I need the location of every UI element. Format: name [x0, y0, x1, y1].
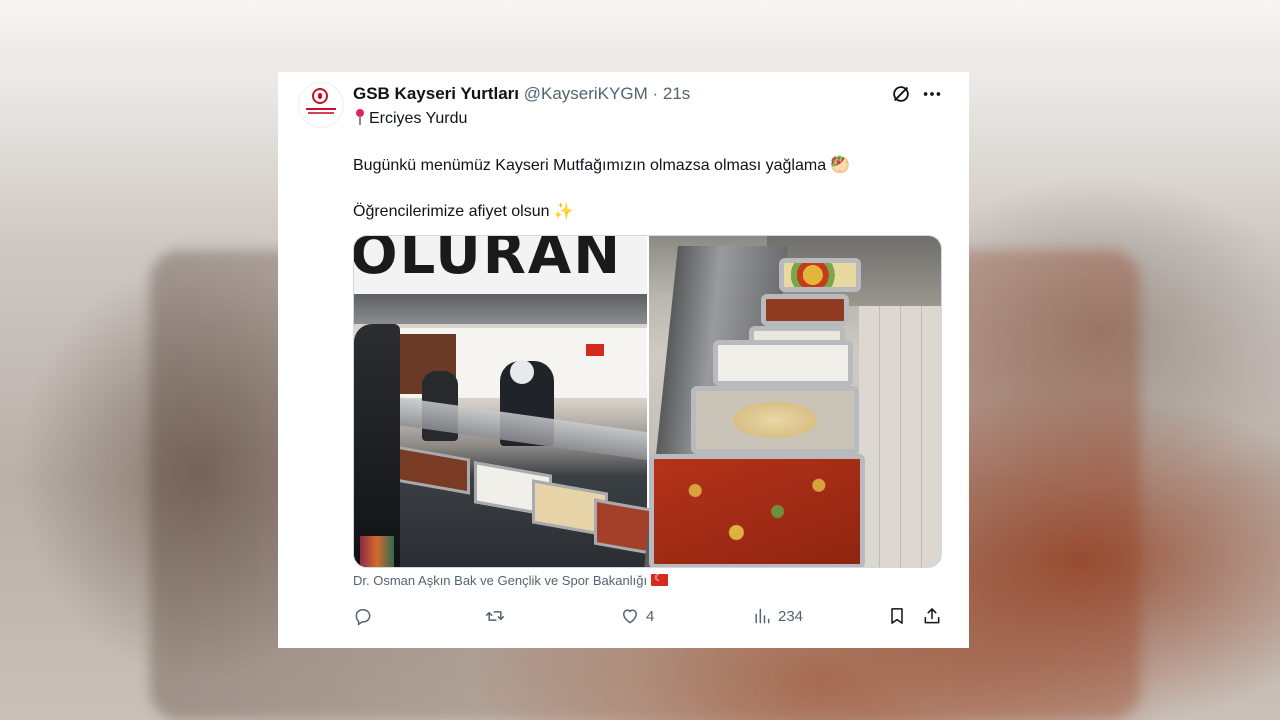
turkish-flag — [586, 344, 604, 356]
customer-figure — [354, 324, 400, 567]
like-button[interactable]: 4 — [620, 604, 654, 628]
media-grid: OLURAN — [353, 235, 942, 568]
share-button[interactable] — [922, 604, 942, 628]
views-count: 234 — [778, 607, 804, 625]
like-count: 4 — [646, 607, 655, 625]
round-pushpin-icon — [353, 108, 367, 126]
photo-food-trays[interactable] — [644, 236, 941, 567]
share-icon — [924, 608, 940, 624]
photo-serving-line[interactable]: OLURAN — [353, 235, 656, 567]
bookmark-icon — [891, 608, 903, 624]
views-button[interactable]: 234 — [752, 604, 803, 628]
retweet-icon — [485, 611, 505, 621]
tweet-time[interactable]: 21s — [663, 84, 690, 103]
flatbread-emoji: 🥙 — [830, 157, 851, 174]
grok-slash-circle-icon[interactable] — [890, 83, 912, 105]
location-text: Erciyes Yurdu — [369, 110, 468, 127]
logo-text-line — [308, 112, 334, 114]
tweet-text: Bugünkü menümüz Kayseri Mutfağımızın olm… — [353, 157, 827, 174]
reply-icon — [355, 609, 371, 626]
logo-emblem — [312, 88, 328, 104]
media-caption[interactable]: Dr. Osman Aşkın Bak ve Gençlik ve Spor B… — [353, 572, 669, 588]
heart-icon — [623, 609, 637, 624]
food-pan — [761, 294, 849, 326]
bookmark-button[interactable] — [887, 604, 907, 628]
retweet-button[interactable] — [485, 604, 511, 628]
logo-text-line — [306, 108, 336, 110]
stew-pan — [649, 454, 865, 567]
author-handle[interactable]: @KayseriKYGM — [524, 84, 648, 103]
author-name[interactable]: GSB Kayseri Yurtları — [353, 84, 519, 103]
floor-tiles — [859, 306, 941, 567]
tweet-header: GSB Kayseri Yurtları @KayseriKYGM · 21s — [353, 84, 690, 104]
customer-apron — [360, 536, 394, 567]
location-line: Erciyes Yurdu — [353, 108, 467, 128]
food-pan — [779, 258, 861, 292]
flatbread-pan — [691, 386, 859, 454]
background-strip — [0, 0, 1280, 60]
sign-lettering: OLURAN — [353, 235, 623, 287]
more-dots-icon[interactable] — [921, 83, 943, 105]
reply-button[interactable] — [353, 604, 379, 628]
tagged-users[interactable]: Dr. Osman Aşkın Bak ve Gençlik ve Spor B… — [353, 573, 647, 588]
tweet-text-line-2: Öğrencilerimize afiyet olsun ✨ — [353, 201, 573, 221]
tweet-text: Öğrencilerimize afiyet olsun — [353, 203, 550, 220]
sparkles-emoji: ✨ — [553, 203, 574, 220]
hood — [354, 294, 647, 324]
turkey-flag-icon — [651, 572, 669, 586]
views-bar-icon — [755, 608, 770, 624]
cook-hairnet — [510, 360, 534, 384]
separator-dot: · — [652, 84, 659, 103]
avatar[interactable] — [298, 82, 344, 128]
tweet-text-line-1: Bugünkü menümüz Kayseri Mutfağımızın olm… — [353, 155, 850, 175]
yogurt-pan — [713, 340, 853, 386]
